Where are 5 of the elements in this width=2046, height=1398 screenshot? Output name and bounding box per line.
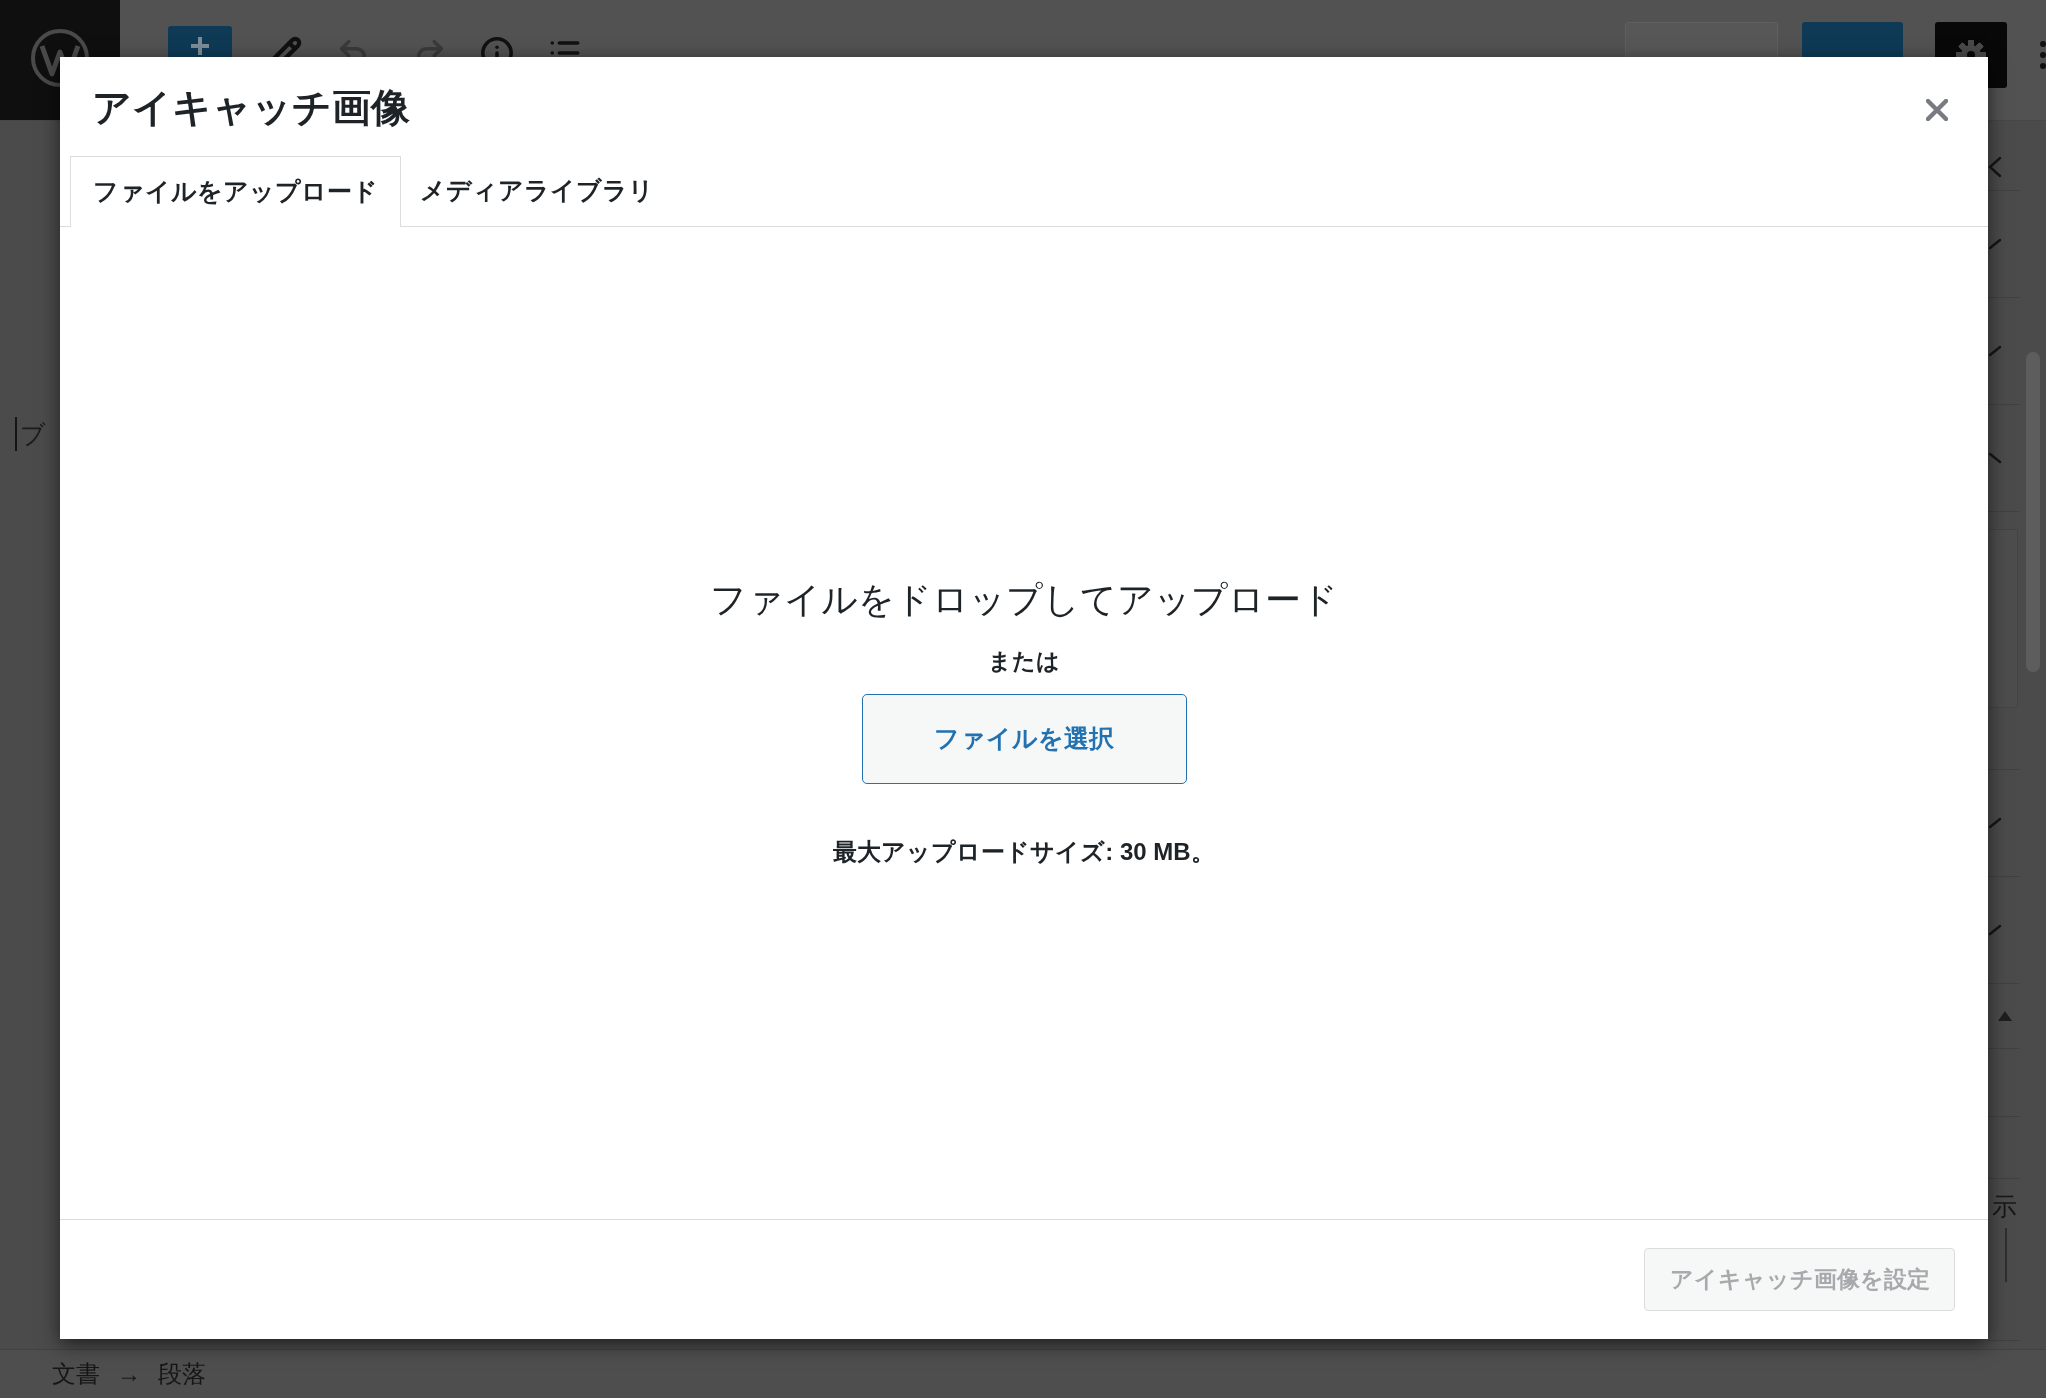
or-label: または [988,647,1060,676]
breadcrumb-separator: → [117,1359,141,1389]
max-upload-size: 最大アップロードサイズ: 30 MB。 [833,837,1215,867]
drop-instructions: ファイルをドロップしてアップロード [710,578,1338,622]
modal-title: アイキャッチ画像 [92,85,410,131]
